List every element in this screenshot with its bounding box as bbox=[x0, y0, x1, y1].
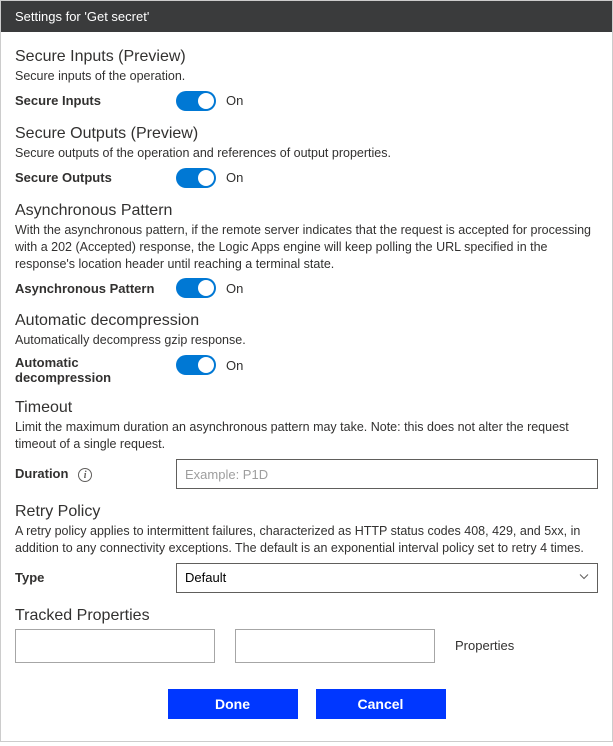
async-label: Asynchronous Pattern bbox=[15, 281, 160, 296]
dialog-title: Settings for 'Get secret' bbox=[15, 9, 149, 24]
decompress-toggle[interactable] bbox=[176, 355, 216, 375]
retry-desc: A retry policy applies to intermittent f… bbox=[15, 523, 598, 557]
secure-outputs-desc: Secure outputs of the operation and refe… bbox=[15, 145, 598, 162]
section-async-pattern: Asynchronous Pattern With the asynchrono… bbox=[15, 202, 598, 299]
section-retry-policy: Retry Policy A retry policy applies to i… bbox=[15, 503, 598, 593]
tracked-title: Tracked Properties bbox=[15, 607, 598, 625]
dialog-titlebar: Settings for 'Get secret' bbox=[1, 1, 612, 32]
properties-label: Properties bbox=[455, 638, 514, 653]
tracked-key-input[interactable] bbox=[15, 629, 215, 663]
async-state: On bbox=[226, 281, 243, 296]
timeout-desc: Limit the maximum duration an asynchrono… bbox=[15, 419, 598, 453]
decompress-label: Automatic decompression bbox=[15, 355, 160, 385]
secure-inputs-label: Secure Inputs bbox=[15, 93, 160, 108]
decompress-title: Automatic decompression bbox=[15, 312, 598, 330]
decompress-desc: Automatically decompress gzip response. bbox=[15, 332, 598, 349]
duration-input[interactable] bbox=[176, 459, 598, 489]
timeout-label: Duration i bbox=[15, 466, 160, 483]
timeout-label-text: Duration bbox=[15, 466, 68, 481]
secure-inputs-toggle[interactable] bbox=[176, 91, 216, 111]
section-secure-inputs: Secure Inputs (Preview) Secure inputs of… bbox=[15, 48, 598, 111]
section-tracked-properties: Tracked Properties Properties bbox=[15, 607, 598, 663]
secure-inputs-title: Secure Inputs (Preview) bbox=[15, 48, 598, 66]
secure-outputs-label: Secure Outputs bbox=[15, 170, 160, 185]
done-button[interactable]: Done bbox=[168, 689, 298, 719]
async-desc: With the asynchronous pattern, if the re… bbox=[15, 222, 598, 273]
section-timeout: Timeout Limit the maximum duration an as… bbox=[15, 399, 598, 489]
cancel-button[interactable]: Cancel bbox=[316, 689, 446, 719]
secure-inputs-desc: Secure inputs of the operation. bbox=[15, 68, 598, 85]
section-secure-outputs: Secure Outputs (Preview) Secure outputs … bbox=[15, 125, 598, 188]
timeout-title: Timeout bbox=[15, 399, 598, 417]
info-icon[interactable]: i bbox=[78, 468, 92, 482]
async-toggle[interactable] bbox=[176, 278, 216, 298]
secure-inputs-state: On bbox=[226, 93, 243, 108]
async-title: Asynchronous Pattern bbox=[15, 202, 598, 220]
dialog-content: Secure Inputs (Preview) Secure inputs of… bbox=[1, 32, 612, 741]
secure-outputs-title: Secure Outputs (Preview) bbox=[15, 125, 598, 143]
section-auto-decompress: Automatic decompression Automatically de… bbox=[15, 312, 598, 385]
decompress-state: On bbox=[226, 358, 243, 373]
secure-outputs-state: On bbox=[226, 170, 243, 185]
dialog-buttons: Done Cancel bbox=[15, 689, 598, 719]
secure-outputs-toggle[interactable] bbox=[176, 168, 216, 188]
retry-title: Retry Policy bbox=[15, 503, 598, 521]
retry-type-select[interactable]: Default bbox=[176, 563, 598, 593]
tracked-value-input[interactable] bbox=[235, 629, 435, 663]
retry-type-label: Type bbox=[15, 570, 160, 585]
